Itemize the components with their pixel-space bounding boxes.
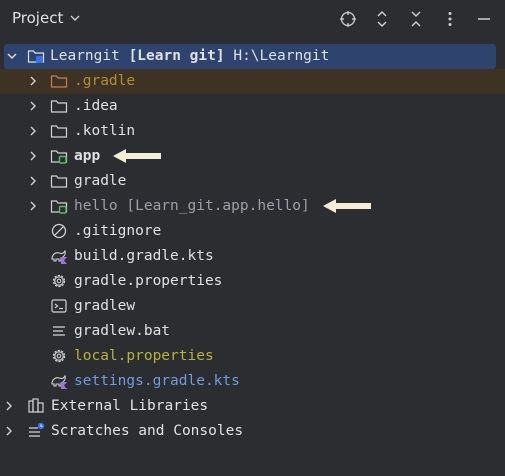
- chevron-right-icon[interactable]: [27, 125, 39, 137]
- project-title: Project: [12, 9, 64, 27]
- tree-item-gradlew-bat[interactable]: gradlew.bat: [0, 319, 505, 344]
- project-tool-window: Project Learngit [Learn git] H:\Learngit…: [0, 0, 505, 476]
- folder-icon: [50, 175, 68, 188]
- expand-all-button[interactable]: [371, 8, 393, 30]
- module-qualifier: [Learn_git.app.hello]: [126, 198, 310, 214]
- tree-item-scratches-and-consoles[interactable]: Scratches and Consoles: [0, 419, 505, 444]
- root-path: H:\Learngit: [233, 48, 330, 64]
- tree-item-label: .gitignore: [74, 223, 162, 239]
- tree-item-gradle-properties[interactable]: gradle.properties: [0, 269, 505, 294]
- text-file-icon: [53, 326, 65, 336]
- gear-icon: [52, 349, 66, 363]
- select-opened-file-button[interactable]: [337, 8, 359, 30]
- more-icon: [448, 12, 452, 26]
- folder-icon: [50, 125, 68, 138]
- tree-item-label: gradlew.bat: [74, 323, 171, 339]
- tree-item-label: Scratches and Consoles: [51, 423, 244, 439]
- tree-item-kotlin[interactable]: .kotlin: [0, 119, 505, 144]
- expand-all-icon: [377, 11, 387, 27]
- tool-window-header: Project: [0, 0, 505, 38]
- tree-item-label: gradle.properties: [74, 273, 223, 289]
- root-module-name: [Learn git]: [128, 48, 225, 64]
- tree-item-label: build.gradle.kts: [74, 248, 214, 264]
- tree-item-label: local.properties: [74, 348, 214, 364]
- tree-item-gradlew[interactable]: gradlew: [0, 294, 505, 319]
- chevron-right-icon[interactable]: [3, 425, 15, 437]
- annotation-arrow-icon: [113, 149, 161, 163]
- chevron-right-icon[interactable]: [27, 200, 39, 212]
- chevron-right-icon[interactable]: [27, 100, 39, 112]
- chevron-down-icon: [70, 15, 80, 21]
- annotation-arrow-icon: [323, 199, 371, 213]
- ignore-file-icon: [51, 223, 67, 239]
- tree-item-label: hello: [74, 198, 118, 214]
- module-folder-icon: [50, 150, 68, 164]
- tree-item-label: .idea: [74, 98, 118, 114]
- minimize-icon: [478, 18, 490, 20]
- excluded-folder-icon: [50, 75, 68, 88]
- terminal-icon: [51, 299, 67, 313]
- folder-icon: [50, 100, 68, 113]
- tree-item-gradle-cache[interactable]: .gradle: [0, 69, 505, 94]
- tree-item-label: .kotlin: [74, 123, 136, 139]
- tree-item-label: gradlew: [74, 298, 136, 314]
- chevron-right-icon[interactable]: [27, 175, 39, 187]
- tree-item-label: External Libraries: [51, 398, 209, 414]
- collapse-all-icon: [411, 11, 421, 27]
- target-icon: [340, 11, 356, 27]
- project-view-selector[interactable]: Project: [12, 9, 81, 27]
- gear-icon: [52, 274, 66, 288]
- gradle-kotlin-icon: [51, 249, 67, 264]
- tree-item-hello[interactable]: hello [Learn_git.app.hello]: [0, 194, 505, 219]
- tree-item-external-libraries[interactable]: External Libraries: [0, 394, 505, 419]
- tree-item-build-gradle-kts[interactable]: build.gradle.kts: [0, 244, 505, 269]
- module-folder-icon: [50, 200, 68, 214]
- tree-item-idea[interactable]: .idea: [0, 94, 505, 119]
- hide-button[interactable]: [473, 8, 495, 30]
- tree-item-label: app: [74, 148, 101, 164]
- tree-item-gitignore[interactable]: .gitignore: [0, 219, 505, 244]
- tree-item-settings-gradle-kts[interactable]: settings.gradle.kts: [0, 369, 505, 394]
- options-button[interactable]: [439, 8, 461, 30]
- tree-item-label: .gradle: [74, 73, 136, 89]
- tree-item-gradle[interactable]: gradle: [0, 169, 505, 194]
- project-tree: Learngit [Learn git] H:\Learngit .gradle: [0, 44, 505, 444]
- chevron-right-icon[interactable]: [27, 150, 39, 162]
- chevron-right-icon[interactable]: [3, 400, 15, 412]
- collapse-all-button[interactable]: [405, 8, 427, 30]
- tree-item-local-properties[interactable]: local.properties: [0, 344, 505, 369]
- tree-item-label: settings.gradle.kts: [74, 373, 240, 389]
- tree-item-app[interactable]: app: [0, 144, 505, 169]
- chevron-down-icon[interactable]: [6, 50, 18, 62]
- tree-root-learngit[interactable]: Learngit [Learn git] H:\Learngit: [4, 44, 496, 69]
- project-module-folder-icon: [27, 50, 45, 63]
- scratches-icon: [29, 422, 45, 437]
- root-name: Learngit: [50, 48, 120, 64]
- chevron-right-icon[interactable]: [27, 75, 39, 87]
- tree-item-label: gradle: [74, 173, 127, 189]
- library-icon: [28, 398, 44, 413]
- gradle-kotlin-icon: [51, 374, 67, 389]
